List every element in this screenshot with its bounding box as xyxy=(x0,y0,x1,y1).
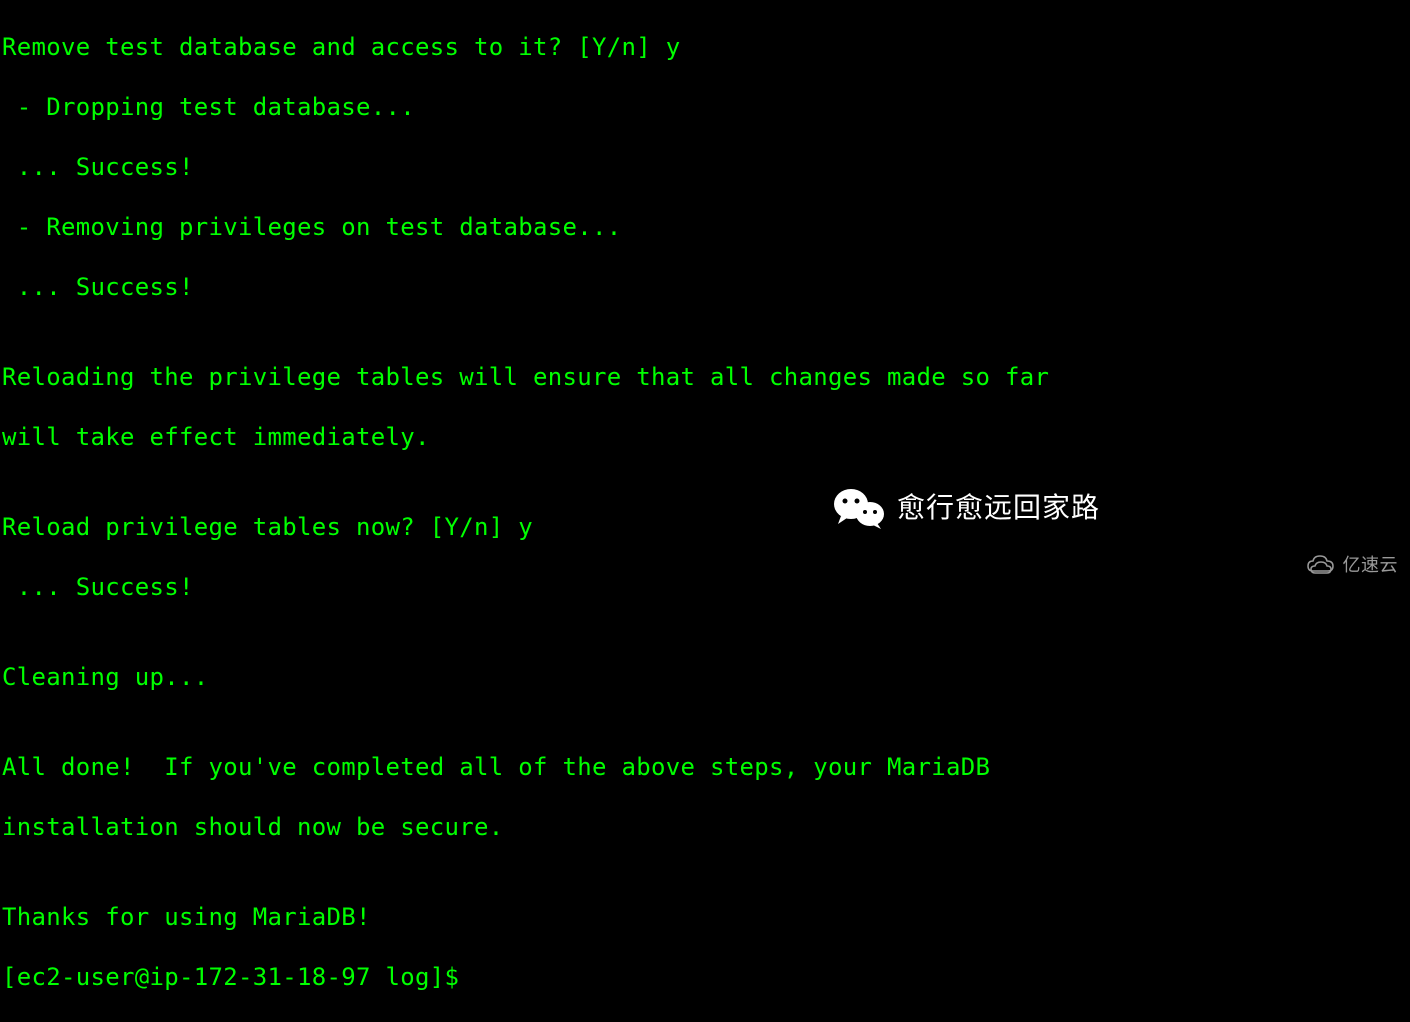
watermark-wechat-text: 愈行愈远回家路 xyxy=(897,493,1100,523)
terminal-line: Remove test database and access to it? [… xyxy=(2,32,1410,62)
watermark-yisu-text: 亿速云 xyxy=(1343,550,1399,580)
terminal-line: - Removing privileges on test database..… xyxy=(2,212,1410,242)
terminal-line: ... Success! xyxy=(2,152,1410,182)
terminal-prompt[interactable]: [ec2-user@ip-172-31-18-97 log]$ xyxy=(2,962,1410,992)
terminal-line: ... Success! xyxy=(2,572,1410,602)
watermark-wechat: 愈行愈远回家路 xyxy=(833,486,1100,530)
terminal-line: Cleaning up... xyxy=(2,662,1410,692)
terminal-line: ... Success! xyxy=(2,272,1410,302)
wechat-icon xyxy=(833,486,885,530)
terminal-line: - Dropping test database... xyxy=(2,92,1410,122)
terminal-line: All done! If you've completed all of the… xyxy=(2,752,1410,782)
terminal-line: will take effect immediately. xyxy=(2,422,1410,452)
terminal-line: installation should now be secure. xyxy=(2,812,1410,842)
watermark-yisu: 亿速云 xyxy=(1305,550,1399,580)
terminal-line: Thanks for using MariaDB! xyxy=(2,902,1410,932)
terminal-line: Reloading the privilege tables will ensu… xyxy=(2,362,1410,392)
terminal-line: Reload privilege tables now? [Y/n] y xyxy=(2,512,1410,542)
terminal-output[interactable]: Remove test database and access to it? [… xyxy=(2,2,1410,1022)
cloud-icon xyxy=(1305,553,1337,577)
